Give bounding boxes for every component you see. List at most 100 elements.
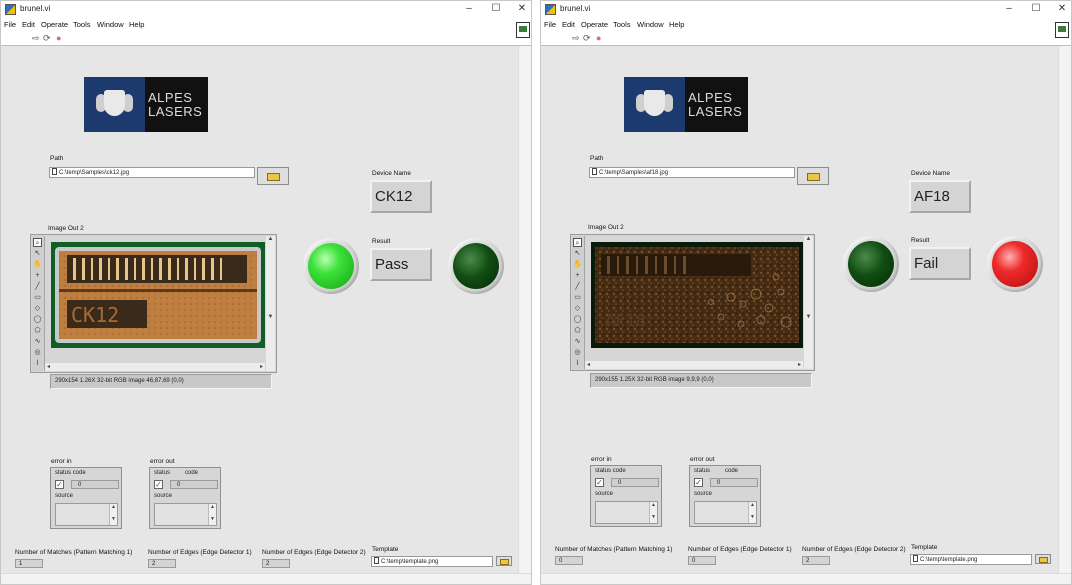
crosshair-icon[interactable]: + bbox=[33, 271, 42, 280]
annulus-icon[interactable]: ◎ bbox=[33, 348, 42, 357]
rectangle-icon[interactable]: ▭ bbox=[573, 293, 582, 302]
error-in-status-checkbox[interactable]: ✓ bbox=[595, 478, 604, 487]
rectangle-icon[interactable]: ▭ bbox=[33, 293, 42, 302]
error-in-source-field[interactable]: ▲ ▼ bbox=[595, 501, 658, 524]
result-indicator: Fail bbox=[909, 247, 971, 280]
menu-help[interactable]: Help bbox=[129, 20, 144, 29]
menu-edit[interactable]: Edit bbox=[22, 20, 35, 29]
line-icon[interactable]: ╱ bbox=[573, 282, 582, 291]
template-path-input[interactable]: C:\temp\template.png bbox=[371, 556, 493, 567]
menu-edit[interactable]: Edit bbox=[562, 20, 575, 29]
image-horizontal-scrollbar[interactable]: ◂ ▸ bbox=[45, 363, 265, 371]
zoom-icon[interactable]: ⌕ bbox=[573, 238, 582, 247]
pan-icon[interactable]: ✋ bbox=[33, 260, 42, 269]
menu-operate[interactable]: Operate bbox=[41, 20, 68, 29]
run-arrow-icon[interactable]: ⇨ bbox=[572, 33, 580, 44]
error-out-cluster: status code ✓ 0 source ▲ ▼ bbox=[689, 465, 761, 527]
error-in-status-checkbox[interactable]: ✓ bbox=[55, 480, 64, 489]
horizontal-scrollbar[interactable] bbox=[1, 573, 531, 584]
zoom-icon[interactable]: ⌕ bbox=[33, 238, 42, 247]
broken-line-icon[interactable]: ⌇ bbox=[33, 359, 42, 368]
template-browse-button[interactable] bbox=[1035, 554, 1051, 564]
maximize-icon[interactable]: ☐ bbox=[1029, 3, 1043, 14]
error-in-code-field[interactable]: 0 bbox=[611, 478, 659, 487]
maximize-icon[interactable]: ☐ bbox=[489, 3, 503, 14]
minimize-icon[interactable]: – bbox=[462, 3, 476, 14]
freehand-icon[interactable]: ∿ bbox=[573, 337, 582, 346]
result-indicator: Pass bbox=[370, 248, 432, 281]
image-vertical-scrollbar[interactable]: ▲ ▼ bbox=[266, 236, 275, 371]
pan-icon[interactable]: ✋ bbox=[573, 260, 582, 269]
rotated-rect-icon[interactable]: ◇ bbox=[33, 304, 42, 313]
error-out-source-scrollbar[interactable]: ▲ ▼ bbox=[748, 502, 756, 523]
menu-help[interactable]: Help bbox=[669, 20, 684, 29]
vertical-scrollbar[interactable] bbox=[1058, 46, 1071, 574]
menu-file[interactable]: File bbox=[4, 20, 16, 29]
browse-button[interactable] bbox=[797, 167, 829, 185]
vi-connector-icon bbox=[516, 22, 530, 38]
image-vertical-scrollbar[interactable]: ▲ ▼ bbox=[804, 236, 813, 369]
menu-window[interactable]: Window bbox=[97, 20, 124, 29]
template-browse-button[interactable] bbox=[496, 556, 512, 566]
device-name-label: Device Name bbox=[911, 170, 951, 177]
browse-button[interactable] bbox=[257, 167, 289, 185]
oval-icon[interactable]: ◯ bbox=[33, 315, 42, 324]
error-out-label: error out bbox=[690, 456, 715, 463]
error-out-code-label: code bbox=[185, 470, 199, 476]
error-in-source-field[interactable]: ▲ ▼ bbox=[55, 503, 118, 526]
close-icon[interactable]: ✕ bbox=[515, 3, 529, 14]
image-horizontal-scrollbar[interactable]: ◂ ▸ bbox=[585, 361, 803, 369]
menu-tools[interactable]: Tools bbox=[613, 20, 631, 29]
run-continuously-icon[interactable]: ⟳ bbox=[583, 33, 591, 44]
minimize-icon[interactable]: – bbox=[1002, 3, 1016, 14]
path-label: Path bbox=[50, 155, 64, 162]
sample-marking-text: CK12 bbox=[71, 303, 119, 327]
horizontal-scrollbar[interactable] bbox=[541, 573, 1071, 584]
polygon-icon[interactable]: ⬠ bbox=[573, 326, 582, 335]
rotated-rect-icon[interactable]: ◇ bbox=[573, 304, 582, 313]
title-bar[interactable]: brunel.vi – ☐ ✕ bbox=[541, 1, 1071, 19]
menu-file[interactable]: File bbox=[544, 20, 556, 29]
error-out-source-label: source bbox=[154, 493, 173, 499]
fail-led bbox=[987, 236, 1043, 292]
title-bar[interactable]: brunel.vi – ☐ ✕ bbox=[1, 1, 531, 19]
run-continuously-icon[interactable]: ⟳ bbox=[43, 33, 51, 44]
vi-window-left: brunel.vi – ☐ ✕ File Edit Operate Tools … bbox=[0, 0, 532, 585]
error-out-source-scrollbar[interactable]: ▲ ▼ bbox=[208, 504, 216, 525]
error-in-source-scrollbar[interactable]: ▲ ▼ bbox=[109, 504, 117, 525]
error-in-code-field[interactable]: 0 bbox=[71, 480, 119, 489]
polygon-icon[interactable]: ⬠ bbox=[33, 326, 42, 335]
path-input[interactable]: C:\temp\Samples\af18.jpg bbox=[589, 167, 795, 178]
oval-icon[interactable]: ◯ bbox=[573, 315, 582, 324]
template-path-input[interactable]: C:\temp\template.png bbox=[910, 554, 1032, 565]
path-input[interactable]: C:\temp\Samples\ck12.jpg bbox=[49, 167, 255, 178]
labview-vi-icon bbox=[5, 4, 16, 15]
device-name-label: Device Name bbox=[372, 170, 412, 177]
run-arrow-icon[interactable]: ⇨ bbox=[32, 33, 40, 44]
close-icon[interactable]: ✕ bbox=[1055, 3, 1069, 14]
abort-icon[interactable]: ● bbox=[56, 33, 61, 43]
broken-line-icon[interactable]: ⌇ bbox=[573, 359, 582, 368]
menu-tools[interactable]: Tools bbox=[73, 20, 91, 29]
edges2-label: Number of Edges (Edge Detector 2) bbox=[262, 549, 366, 556]
freehand-icon[interactable]: ∿ bbox=[33, 337, 42, 346]
menu-window[interactable]: Window bbox=[637, 20, 664, 29]
image-display[interactable]: ⌕ ↖ ✋ + ╱ ▭ ◇ ◯ ⬠ ∿ ◎ ⌇ bbox=[570, 234, 815, 371]
company-logo: ALPES LASERS bbox=[624, 77, 748, 132]
error-out-source-field: ▲ ▼ bbox=[154, 503, 217, 526]
pointer-icon[interactable]: ↖ bbox=[573, 249, 582, 258]
image-label: Image Out 2 bbox=[48, 225, 84, 232]
annulus-icon[interactable]: ◎ bbox=[573, 348, 582, 357]
template-label: Template bbox=[911, 544, 938, 551]
menu-operate[interactable]: Operate bbox=[581, 20, 608, 29]
image-info-bar: 290x155 1.25X 32-bit RGB image 9,9,9 (0,… bbox=[590, 373, 812, 388]
crosshair-icon[interactable]: + bbox=[573, 271, 582, 280]
abort-icon[interactable]: ● bbox=[596, 33, 601, 43]
vertical-scrollbar[interactable] bbox=[518, 46, 531, 574]
window-title: brunel.vi bbox=[20, 4, 51, 13]
pointer-icon[interactable]: ↖ bbox=[33, 249, 42, 258]
image-display[interactable]: ⌕ ↖ ✋ + ╱ ▭ ◇ ◯ ⬠ ∿ ◎ ⌇ bbox=[30, 234, 277, 373]
labview-vi-icon bbox=[545, 4, 556, 15]
line-icon[interactable]: ╱ bbox=[33, 282, 42, 291]
error-in-source-scrollbar[interactable]: ▲ ▼ bbox=[649, 502, 657, 523]
